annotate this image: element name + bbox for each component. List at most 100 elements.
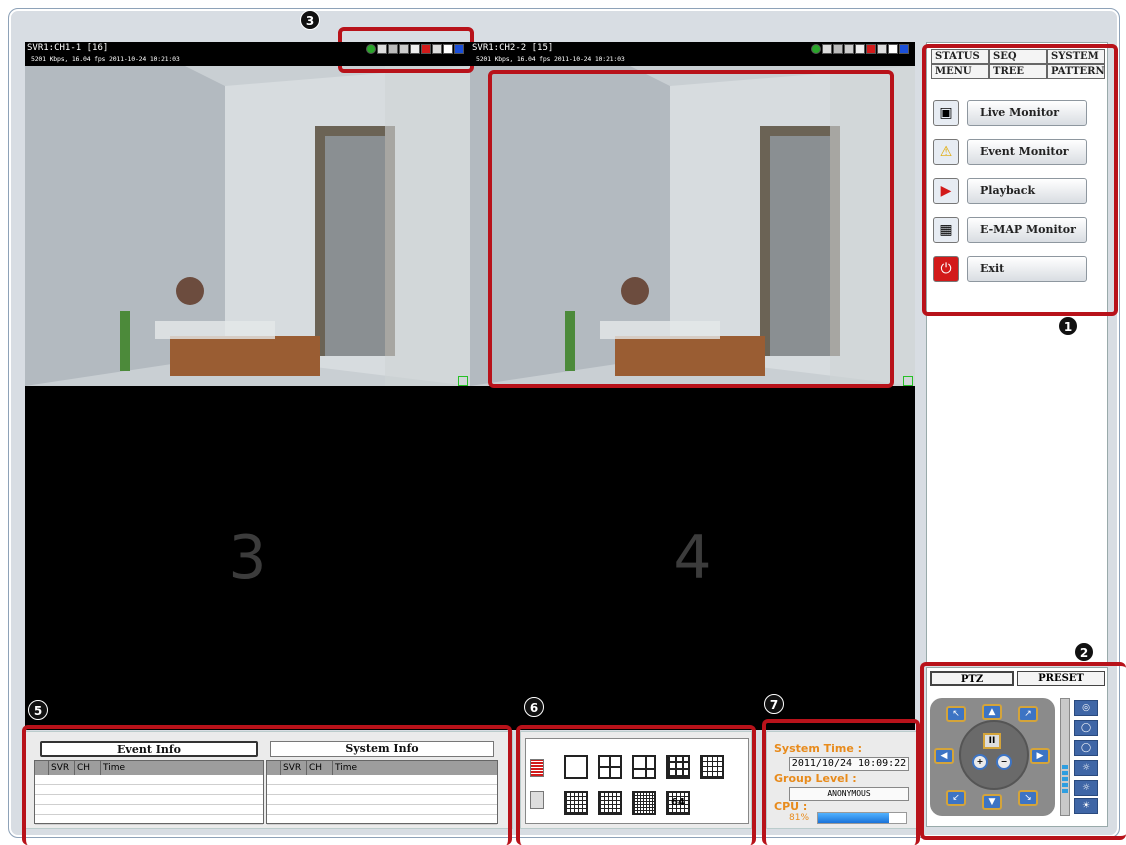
record-icon[interactable] (866, 44, 876, 54)
cpu-usage-bar (817, 812, 907, 824)
callout-7: 7 (764, 694, 784, 714)
tab-status[interactable]: STATUS (931, 49, 989, 64)
layout-4-icon[interactable] (598, 755, 622, 779)
event-monitor-icon[interactable]: ⚠ (933, 138, 959, 165)
column-time[interactable]: Time (101, 761, 263, 775)
tab-system[interactable]: SYSTEM (1047, 49, 1105, 64)
zoom-icon[interactable] (410, 44, 420, 54)
sequence-icon[interactable] (530, 759, 544, 777)
tab-system-info[interactable]: System Info (270, 741, 494, 757)
speed-slider[interactable] (1060, 698, 1070, 816)
callout-1: 1 (1058, 316, 1078, 336)
ptz-up-left-button[interactable]: ↖ (946, 706, 966, 722)
column-svr[interactable]: SVR (281, 761, 307, 775)
column-ch[interactable]: CH (75, 761, 101, 775)
layout-9-icon[interactable] (666, 755, 690, 779)
arrow-up-left-icon: ↖ (952, 709, 960, 719)
layout-16-icon[interactable] (564, 791, 588, 815)
iris-open-button[interactable]: ◯ (1074, 740, 1098, 756)
status-panel: System Time : 2011/10/24 10:09:22 Group … (766, 731, 918, 829)
zoom-in-button[interactable]: + (972, 754, 988, 770)
snapshot-icon[interactable] (822, 44, 832, 54)
layout-36-icon[interactable] (632, 791, 656, 815)
camera-1-toolbar (366, 44, 464, 54)
info-icon[interactable] (432, 44, 442, 54)
arrow-down-right-icon: ↘ (1024, 793, 1032, 803)
video-cell-2[interactable]: SVR1:CH2-2 [15] 5201 Kbps, 16.04 fps 201… (470, 42, 915, 386)
camera-1-title: SVR1:CH1-1 [16] (27, 43, 109, 53)
emap-monitor-icon[interactable]: ▦ (933, 216, 959, 243)
emap-monitor-button[interactable]: E-MAP Monitor (967, 216, 1087, 243)
refresh-icon[interactable] (366, 44, 376, 54)
layout-6-icon[interactable] (632, 755, 656, 779)
video-cell-4[interactable]: 4 (470, 386, 915, 730)
layout-1-icon[interactable] (564, 755, 588, 779)
layout-25-icon[interactable] (598, 791, 622, 815)
minus-icon: − (1000, 757, 1008, 766)
layout-64-icon[interactable]: 64 (666, 791, 690, 815)
ptz-down-right-button[interactable]: ↘ (1018, 790, 1038, 806)
column-ch[interactable]: CH (307, 761, 333, 775)
ptz-up-right-button[interactable]: ↗ (1018, 706, 1038, 722)
tab-ptz[interactable]: PTZ (930, 671, 1014, 686)
arrow-left-icon: ◀ (940, 751, 948, 761)
fullscreen-icon[interactable] (888, 44, 898, 54)
light-on-button[interactable]: ☼ (1074, 760, 1098, 776)
video-cell-3[interactable]: 3 (25, 386, 470, 730)
arrow-down-left-icon: ↙ (952, 793, 960, 803)
focus-far-button[interactable]: ◎ (1074, 700, 1098, 716)
light-icon: ☼ (1081, 783, 1091, 793)
fullscreen-icon[interactable] (443, 44, 453, 54)
cpu-label: CPU : (774, 800, 808, 813)
ptz-stop-button[interactable]: II (983, 733, 1001, 749)
tab-preset[interactable]: PRESET (1017, 671, 1105, 686)
system-table: SVR CH Time (266, 760, 498, 825)
camera-2-video (470, 66, 915, 386)
close-icon[interactable] (899, 44, 909, 54)
system-time-label: System Time : (774, 742, 863, 755)
video-cell-1[interactable]: SVR1:CH1-1 [16] 5201 Kbps, 16.04 fps 201… (25, 42, 470, 386)
snapshot-icon[interactable] (377, 44, 387, 54)
tab-pattern[interactable]: PATTERN (1047, 64, 1105, 79)
swap-icon[interactable] (530, 791, 544, 809)
ptz-down-left-button[interactable]: ↙ (946, 790, 966, 806)
ptz-left-button[interactable]: ◀ (934, 748, 954, 764)
audio-icon[interactable] (388, 44, 398, 54)
ptz-down-button[interactable]: ▼ (982, 794, 1002, 810)
playback-button[interactable]: Playback (967, 177, 1087, 204)
column-time[interactable]: Time (333, 761, 497, 775)
event-table-header: SVR CH Time (35, 761, 263, 775)
speed-level (1062, 765, 1068, 769)
ptz-speed-controls: ◎ ◯ ◯ ☼ ☼ ☀ (1060, 698, 1104, 816)
group-level-value: ANONYMOUS (789, 787, 909, 801)
close-icon[interactable] (454, 44, 464, 54)
tab-tree[interactable]: TREE (989, 64, 1047, 79)
column-svr[interactable]: SVR (49, 761, 75, 775)
live-monitor-button[interactable]: Live Monitor (967, 99, 1087, 126)
zoom-icon[interactable] (855, 44, 865, 54)
focus-near-button[interactable]: ◯ (1074, 720, 1098, 736)
record-icon[interactable] (421, 44, 431, 54)
power-icon[interactable]: ⏻ (933, 255, 959, 282)
tab-event-info[interactable]: Event Info (40, 741, 258, 757)
tab-menu[interactable]: MENU (931, 64, 989, 79)
refresh-icon[interactable] (811, 44, 821, 54)
live-monitor-icon[interactable]: ▣ (933, 99, 959, 126)
ptz-icon[interactable] (844, 44, 854, 54)
info-icon[interactable] (877, 44, 887, 54)
light-off-button[interactable]: ☀ (1074, 798, 1098, 814)
focus-icon: ◎ (1082, 703, 1090, 713)
event-monitor-button[interactable]: Event Monitor (967, 138, 1087, 165)
zoom-out-button[interactable]: − (996, 754, 1012, 770)
layout-10-icon[interactable] (700, 755, 724, 779)
exit-button[interactable]: Exit (967, 255, 1087, 282)
ptz-right-button[interactable]: ▶ (1030, 748, 1050, 764)
playback-icon[interactable]: ▶ (933, 177, 959, 204)
ptz-up-button[interactable]: ▲ (982, 704, 1002, 720)
audio-icon[interactable] (833, 44, 843, 54)
arrow-up-right-icon: ↗ (1024, 709, 1032, 719)
ptz-icon[interactable] (399, 44, 409, 54)
tab-seq[interactable]: SEQ (989, 49, 1047, 64)
camera-2-title: SVR1:CH2-2 [15] (472, 43, 554, 53)
light-mid-button[interactable]: ☼ (1074, 780, 1098, 796)
